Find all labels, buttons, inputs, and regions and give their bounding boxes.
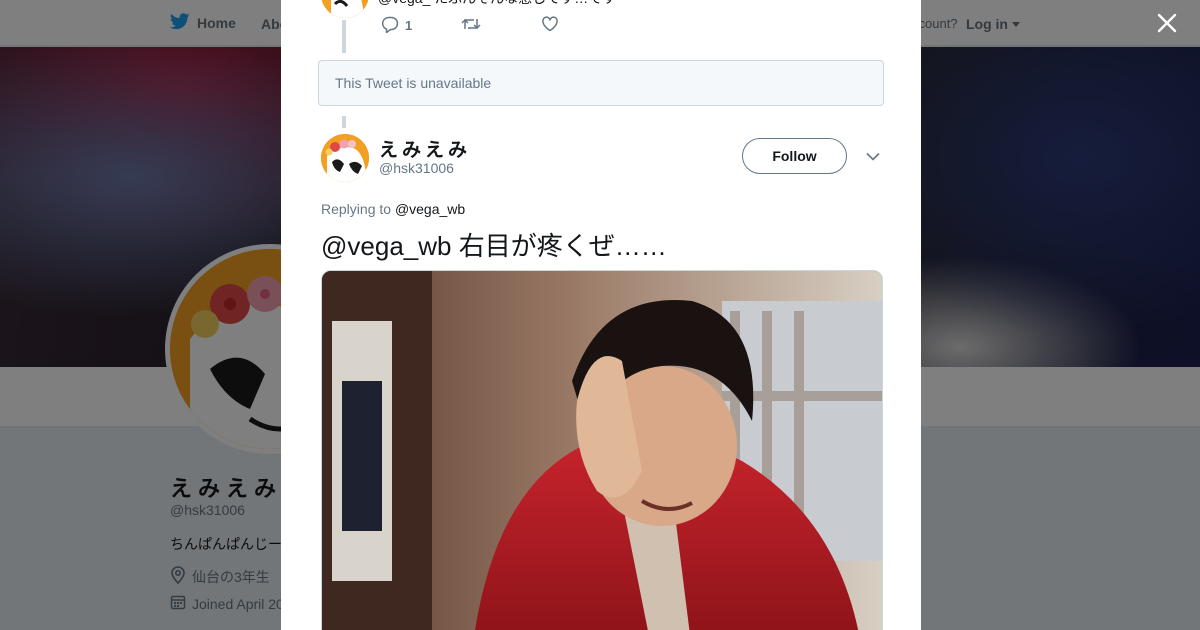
close-icon — [1157, 13, 1177, 38]
chevron-down-icon — [866, 148, 880, 166]
previous-tweet-avatar[interactable] — [321, 0, 369, 18]
previous-tweet-actions: 1 — [381, 15, 621, 36]
reply-icon — [381, 15, 399, 36]
reply-count: 1 — [405, 18, 413, 33]
tweet-unavailable-notice: This Tweet is unavailable — [318, 60, 884, 106]
tweet-author-handle[interactable]: @hsk31006 — [379, 160, 454, 176]
tweet-modal: @vega_ たぶんそんな感じです…です 1 This Tweet is una… — [281, 0, 921, 630]
thread-connector — [342, 20, 346, 53]
thread-connector — [342, 116, 346, 128]
tweet-author-avatar[interactable] — [321, 134, 369, 182]
replying-to: Replying to @vega_wb — [321, 201, 465, 217]
reply-button[interactable]: 1 — [381, 15, 461, 36]
heart-icon — [541, 15, 559, 36]
tweet-text: @vega_wb 右目が疼くぜ…… — [321, 231, 667, 261]
tweet-more-menu[interactable] — [863, 147, 883, 167]
retweet-button[interactable] — [461, 15, 541, 36]
close-modal-button[interactable] — [1152, 10, 1182, 40]
follow-button[interactable]: Follow — [742, 138, 847, 174]
tweet-author-name[interactable]: えみえみ — [379, 135, 471, 162]
retweet-icon — [461, 15, 481, 36]
like-button[interactable] — [541, 15, 621, 36]
replying-to-prefix: Replying to — [321, 201, 392, 217]
replying-to-handle-link[interactable]: @vega_wb — [395, 201, 465, 217]
previous-tweet-text: @vega_ たぶんそんな感じです…です — [378, 0, 616, 8]
tweet-photo[interactable] — [321, 270, 883, 630]
